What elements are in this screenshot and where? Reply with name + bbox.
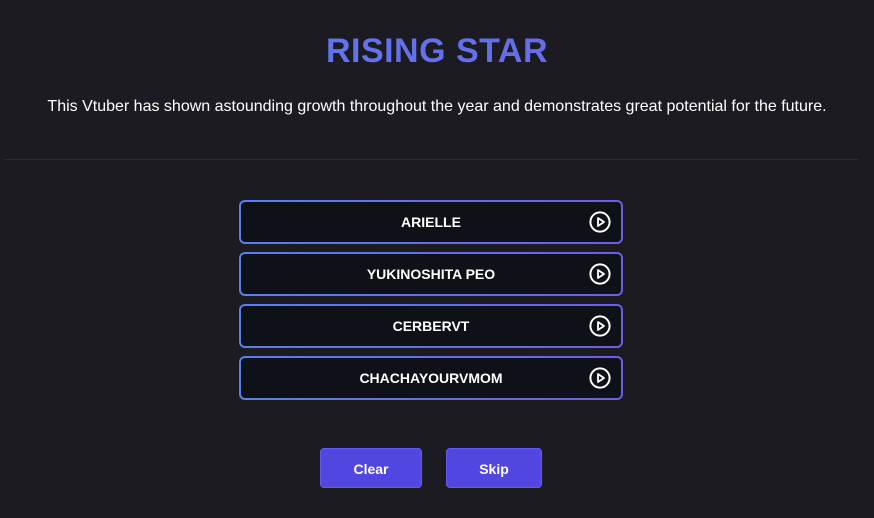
page-title: RISING STAR [0,29,874,73]
nominee-option-arielle[interactable]: ARIELLE [239,200,623,244]
play-circle-icon[interactable] [589,367,611,389]
play-circle-icon[interactable] [589,315,611,337]
skip-button[interactable]: Skip [446,448,542,488]
nominee-option-chachayourvmom[interactable]: CHACHAYOURVMOM [239,356,623,400]
category-description: This Vtuber has shown astounding growth … [47,98,827,115]
voting-page: RISING STAR This Vtuber has shown astoun… [0,0,874,518]
play-circle-icon[interactable] [589,263,611,285]
nominee-option-yukinoshita-peo[interactable]: YUKINOSHITA PEO [239,252,623,296]
nominee-option-cerbervt[interactable]: CERBERVT [239,304,623,348]
nominee-label: YUKINOSHITA PEO [366,266,496,282]
nominee-list: ARIELLE YUKINOSHITA PEO CERBERVT CHACHAY… [239,200,623,408]
clear-button[interactable]: Clear [320,448,422,488]
play-circle-icon[interactable] [589,211,611,233]
nominee-label: CHACHAYOURVMOM [359,370,503,386]
nominee-label: ARIELLE [401,214,461,230]
nominee-label: CERBERVT [392,318,470,334]
divider [4,159,858,160]
